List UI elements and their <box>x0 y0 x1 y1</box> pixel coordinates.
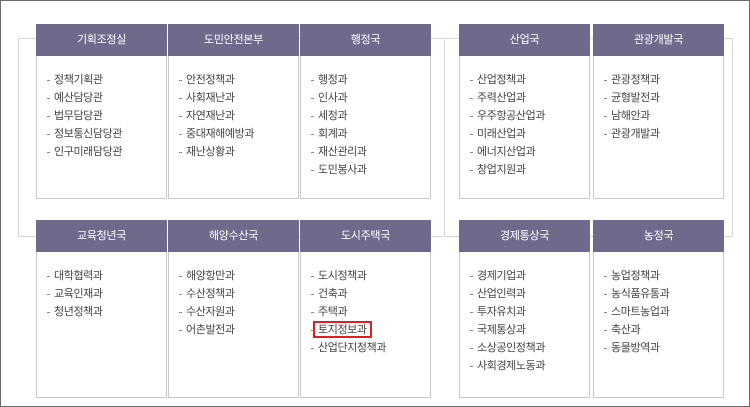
dept-item[interactable]: 우주항공산업과 <box>460 107 589 125</box>
dept-item[interactable]: 교육인재과 <box>37 285 166 303</box>
dept-item[interactable]: 인사과 <box>301 89 430 107</box>
dept-item[interactable]: 어촌발전과 <box>169 321 298 339</box>
dept-title[interactable]: 행정국 <box>300 24 431 56</box>
dept-item[interactable]: 동물방역과 <box>594 339 723 357</box>
dept-box-economy: 경제통상국 경제기업과 산업인력과 투자유치과 국제통상과 소상공인정책과 사회… <box>459 220 590 398</box>
dept-item[interactable]: 건축과 <box>301 285 430 303</box>
dept-item[interactable]: 투자유치과 <box>460 303 589 321</box>
dept-item[interactable]: 산업단지정책과 <box>301 339 430 357</box>
dept-item[interactable]: 행정과 <box>301 71 430 89</box>
dept-item[interactable]: 산업인력과 <box>460 285 589 303</box>
dept-box-agriculture: 농정국 농업정책과 농식품유통과 스마트농업과 축산과 동물방역과 <box>593 220 724 398</box>
dept-item[interactable]: 회계과 <box>301 125 430 143</box>
dept-title[interactable]: 관광개발국 <box>593 24 724 56</box>
dept-item[interactable]: 안전정책과 <box>169 71 298 89</box>
dept-item[interactable]: 도시정책과 <box>301 267 430 285</box>
dept-box-urban: 도시주택국 도시정책과 건축과 주택과 토지정보과 산업단지정책과 <box>300 220 431 398</box>
connector-line <box>18 38 19 236</box>
dept-item[interactable]: 재산관리과 <box>301 143 430 161</box>
dept-item[interactable]: 농업정책과 <box>594 267 723 285</box>
dept-item[interactable]: 농식품유통과 <box>594 285 723 303</box>
dept-item[interactable]: 청년정책과 <box>37 303 166 321</box>
dept-item[interactable]: 스마트농업과 <box>594 303 723 321</box>
dept-item[interactable]: 사회경제노동과 <box>460 357 589 375</box>
dept-item[interactable]: 수산자원과 <box>169 303 298 321</box>
dept-item[interactable]: 경제기업과 <box>460 267 589 285</box>
dept-item[interactable]: 예산담당관 <box>37 89 166 107</box>
dept-item[interactable]: 중대재해예방과 <box>169 125 298 143</box>
dept-box-tourism: 관광개발국 관광정책과 균형발전과 남해안과 관광개발과 <box>593 24 724 199</box>
dept-item[interactable]: 축산과 <box>594 321 723 339</box>
dept-item[interactable]: 관광개발과 <box>594 125 723 143</box>
dept-box-industry: 산업국 산업정책과 주력산업과 우주항공산업과 미래산업과 에너지산업과 창업지… <box>459 24 590 199</box>
dept-item-highlighted[interactable]: 토지정보과 <box>301 321 430 339</box>
dept-item[interactable]: 주택과 <box>301 303 430 321</box>
dept-item[interactable]: 균형발전과 <box>594 89 723 107</box>
dept-item[interactable]: 주력산업과 <box>460 89 589 107</box>
dept-title[interactable]: 해양수산국 <box>168 220 299 252</box>
dept-title[interactable]: 교육청년국 <box>36 220 167 252</box>
dept-item[interactable]: 미래산업과 <box>460 125 589 143</box>
dept-box-safety: 도민안전본부 안전정책과 사회재난과 자연재난과 중대재해예방과 재난상황과 <box>168 24 299 199</box>
highlight-box[interactable]: 토지정보과 <box>313 321 372 338</box>
dept-item[interactable]: 대학협력과 <box>37 267 166 285</box>
dept-item[interactable]: 자연재난과 <box>169 107 298 125</box>
dept-item[interactable]: 해양항만과 <box>169 267 298 285</box>
dept-item[interactable]: 재난상황과 <box>169 143 298 161</box>
dept-item[interactable]: 세정과 <box>301 107 430 125</box>
dept-item[interactable]: 산업정책과 <box>460 71 589 89</box>
dept-box-marine: 해양수산국 해양항만과 수산정책과 수산자원과 어촌발전과 <box>168 220 299 398</box>
dept-item[interactable]: 수산정책과 <box>169 285 298 303</box>
dept-item[interactable]: 정책기획관 <box>37 71 166 89</box>
dept-item[interactable]: 사회재난과 <box>169 89 298 107</box>
connector-line <box>444 38 445 236</box>
dept-item[interactable]: 관광정책과 <box>594 71 723 89</box>
dept-item[interactable]: 창업지원과 <box>460 161 589 179</box>
dept-box-education: 교육청년국 대학협력과 교육인재과 청년정책과 <box>36 220 167 398</box>
dept-title[interactable]: 농정국 <box>593 220 724 252</box>
dept-item[interactable]: 소상공인정책과 <box>460 339 589 357</box>
dept-title[interactable]: 산업국 <box>459 24 590 56</box>
dept-item[interactable]: 남해안과 <box>594 107 723 125</box>
dept-box-admin: 행정국 행정과 인사과 세정과 회계과 재산관리과 도민봉사과 <box>300 24 431 199</box>
dept-title[interactable]: 도민안전본부 <box>168 24 299 56</box>
dept-title[interactable]: 기획조정실 <box>36 24 167 56</box>
connector-line <box>732 38 733 236</box>
dept-item[interactable]: 법무담당관 <box>37 107 166 125</box>
dept-item[interactable]: 도민봉사과 <box>301 161 430 179</box>
dept-item[interactable]: 인구미래담당관 <box>37 143 166 161</box>
dept-box-planning: 기획조정실 정책기획관 예산담당관 법무담당관 정보통신담당관 인구미래담당관 <box>36 24 167 199</box>
dept-item[interactable]: 정보통신담당관 <box>37 125 166 143</box>
dept-item[interactable]: 에너지산업과 <box>460 143 589 161</box>
dept-title[interactable]: 도시주택국 <box>300 220 431 252</box>
dept-title[interactable]: 경제통상국 <box>459 220 590 252</box>
dept-item[interactable]: 국제통상과 <box>460 321 589 339</box>
